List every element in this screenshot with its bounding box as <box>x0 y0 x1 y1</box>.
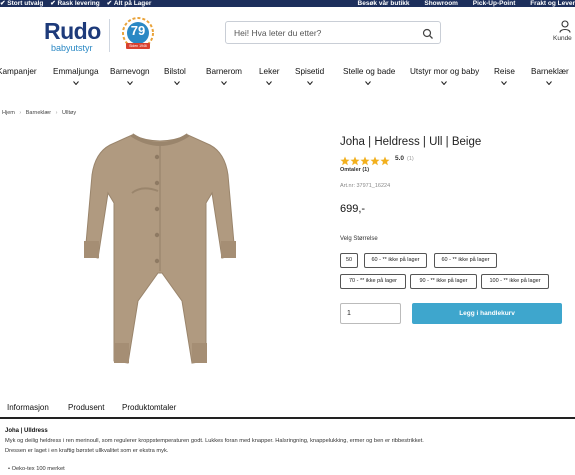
nav-label: Bilstol <box>164 67 186 76</box>
service-links: Besøk vår butikk Showroom Pick-Up-Point … <box>345 0 575 7</box>
description-line: Dressen er laget i en kraftig børstet ul… <box>5 448 169 454</box>
nav-item-kampanjer[interactable]: Kampanjer <box>0 67 37 76</box>
nav-item-stelle-og-bade[interactable]: Stelle og bade <box>343 67 396 85</box>
rating-value: 5.0 <box>395 155 405 162</box>
search-input[interactable]: Hei! Hva leter du etter? <box>225 21 441 44</box>
nav-label: Utstyr mor og baby <box>410 67 480 76</box>
usp-stort-utvalg: ✔ Stort utvalg <box>0 0 44 7</box>
chevron-down-icon <box>365 81 371 85</box>
quantity-input[interactable]: 1 <box>340 303 401 324</box>
nav-item-reise[interactable]: Reise <box>494 67 515 85</box>
size-option-90[interactable]: 90 - ** ikke på lager <box>410 274 477 289</box>
nav-label: Leker <box>259 67 280 76</box>
anniversary-badge: 79 Siden 1946 <box>118 16 158 54</box>
link-showroom[interactable]: Showroom <box>424 0 458 7</box>
size-option-60[interactable]: 60 - ** ikke på lager <box>364 253 427 268</box>
reviews-link[interactable]: Omtaler (1) <box>340 167 369 173</box>
nav-item-spisetid[interactable]: Spisetid <box>295 67 325 85</box>
tab-informasjon[interactable]: Informasjon <box>7 403 49 412</box>
nav-label: Barnerom <box>206 67 242 76</box>
chevron-down-icon <box>221 81 227 85</box>
link-visit-store[interactable]: Besøk vår butikk <box>358 0 410 7</box>
nav-item-barnerom[interactable]: Barnerom <box>206 67 242 85</box>
nav-item-barneklaer[interactable]: Barneklær <box>531 67 569 85</box>
chevron-down-icon <box>546 81 552 85</box>
description-bullet: • Oeko-tex 100 merket <box>8 466 65 472</box>
usp-rask-levering: ✔ Rask levering <box>50 0 100 7</box>
chevron-down-icon <box>441 81 447 85</box>
nav-item-utstyr-mor-og-baby[interactable]: Utstyr mor og baby <box>410 67 480 85</box>
breadcrumb: Hjem › Barneklær › Ulltøy <box>2 110 79 116</box>
product-price: 699,- <box>340 203 366 215</box>
rating-count: (1) <box>407 156 414 162</box>
chevron-down-icon <box>307 81 313 85</box>
main-navigation: Kampanjer Emmaljunga Barnevogn Bilstol B… <box>0 67 575 89</box>
nav-label: Kampanjer <box>0 67 37 76</box>
breadcrumb-separator: › <box>55 110 58 116</box>
rating-stars[interactable] <box>340 153 390 166</box>
customer-account-button[interactable]: Kunde <box>553 18 575 48</box>
size-option-70[interactable]: 70 - ** ikke på lager <box>340 274 406 289</box>
logo-subtitle: babyutstyr <box>51 43 93 53</box>
description-line: Myk og deilig heldress i ren merinoull, … <box>5 438 424 444</box>
site-logo[interactable]: Rudo babyutstyr <box>44 18 124 58</box>
size-option-100[interactable]: 100 - ** ikke på lager <box>481 274 549 289</box>
breadcrumb-ulltoy[interactable]: Ulltøy <box>62 110 76 116</box>
star-icon <box>380 156 390 166</box>
product-title: Joha | Heldress | Ull | Beige <box>340 136 482 148</box>
nav-label: Spisetid <box>295 67 325 76</box>
usp-alt-pa-lager: ✔ Alt på Lager <box>106 0 152 7</box>
nav-item-barnevogn[interactable]: Barnevogn <box>110 67 150 85</box>
badge-caption: Siden 1946 <box>129 44 147 48</box>
usp-list: ✔ Stort utvalg ✔ Rask levering ✔ Alt på … <box>0 0 156 7</box>
star-icon <box>360 156 370 166</box>
star-icon <box>350 156 360 166</box>
nav-label: Stelle og bade <box>343 67 396 76</box>
size-option-50[interactable]: 50 <box>340 253 358 268</box>
logo-divider <box>109 19 110 52</box>
quantity-value: 1 <box>347 310 351 317</box>
chevron-down-icon <box>127 81 133 85</box>
size-label: Velg Størrelse <box>340 236 378 242</box>
link-shipping[interactable]: Frakt og Lever <box>530 0 575 7</box>
nav-item-bilstol[interactable]: Bilstol <box>164 67 186 85</box>
article-number: Art.nr: 37971_16224 <box>340 183 391 189</box>
chevron-down-icon <box>73 81 79 85</box>
chevron-down-icon <box>174 81 180 85</box>
nav-label: Barneklær <box>531 67 569 76</box>
nav-label: Emmaljunga <box>53 67 99 76</box>
search-placeholder: Hei! Hva leter du etter? <box>234 28 322 38</box>
size-option-60-b[interactable]: 60 - ** ikke på lager <box>434 253 497 268</box>
nav-item-leker[interactable]: Leker <box>259 67 280 85</box>
bullet-text: Oeko-tex 100 merket <box>11 466 65 472</box>
add-to-cart-button[interactable]: Legg i handlekurv <box>412 303 562 324</box>
nav-label: Reise <box>494 67 515 76</box>
breadcrumb-home[interactable]: Hjem <box>2 110 15 116</box>
chevron-down-icon <box>266 81 272 85</box>
breadcrumb-separator: › <box>19 110 22 116</box>
star-icon <box>340 156 350 166</box>
nav-item-emmaljunga[interactable]: Emmaljunga <box>53 67 99 85</box>
chevron-down-icon <box>501 81 507 85</box>
description-title: Joha | Ulldress <box>5 428 48 434</box>
tab-produktomtaler[interactable]: Produktomtaler <box>122 403 176 412</box>
customer-label: Kunde <box>553 35 572 42</box>
nav-label: Barnevogn <box>110 67 150 76</box>
logo-wordmark: Rudo <box>44 18 101 44</box>
star-icon <box>370 156 380 166</box>
search-icon[interactable] <box>422 27 434 39</box>
badge-number: 79 <box>130 23 146 38</box>
tab-produsent[interactable]: Produsent <box>68 403 104 412</box>
breadcrumb-barneklaer[interactable]: Barneklær <box>26 110 51 116</box>
link-pick-up-point[interactable]: Pick-Up-Point <box>473 0 516 7</box>
product-image[interactable] <box>60 123 260 385</box>
product-tabs: Informasjon Produsent Produktomtaler <box>0 398 575 419</box>
user-icon <box>559 20 571 33</box>
top-info-bar: ✔ Stort utvalg ✔ Rask levering ✔ Alt på … <box>0 0 575 7</box>
